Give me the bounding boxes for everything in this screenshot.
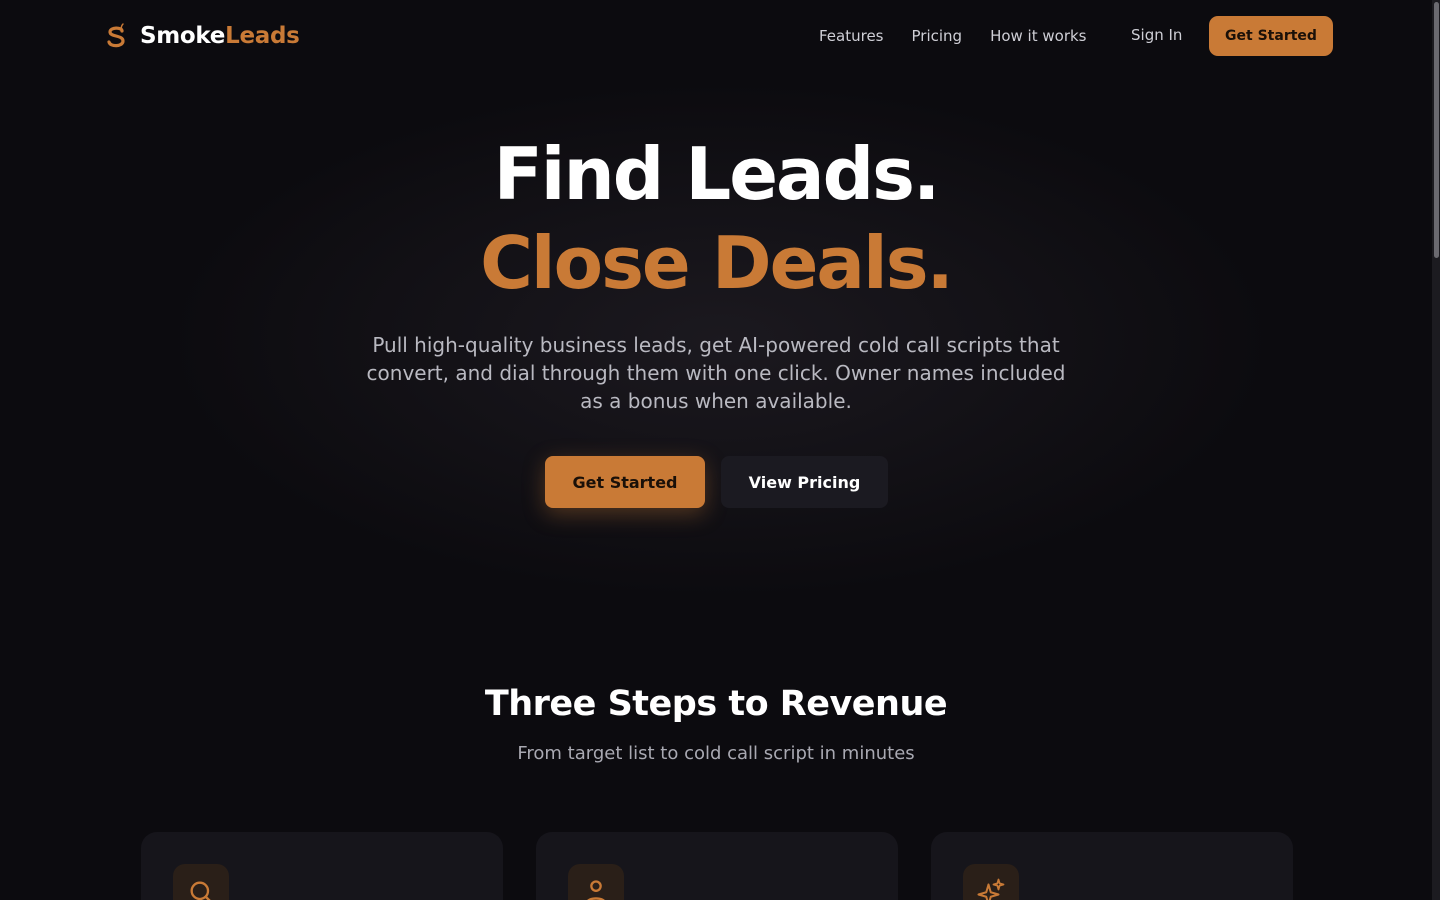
nav-get-started-button[interactable]: Get Started (1209, 16, 1333, 56)
user-icon (587, 880, 605, 900)
steps-section-subtitle: From target list to cold call script in … (517, 743, 915, 764)
brand-name-part2: Leads (225, 23, 300, 49)
smoke-s-logo-icon (107, 23, 125, 48)
brand-name: SmokeLeads (140, 23, 300, 49)
step-card-1 (141, 832, 503, 900)
scrollbar-thumb[interactable] (1434, 2, 1439, 258)
steps-section-title: Three Steps to Revenue (484, 684, 948, 724)
sign-in-link[interactable]: Sign In (1131, 26, 1182, 44)
top-nav: SmokeLeads Features Pricing How it works… (0, 0, 1432, 72)
step-card-icon-box (963, 864, 1019, 900)
hero-title-line1: Find Leads. (493, 132, 941, 216)
sparkles-icon (977, 878, 1005, 900)
step-card-icon-box (173, 864, 229, 900)
nav-link-pricing[interactable]: Pricing (912, 27, 963, 45)
view-pricing-button[interactable]: View Pricing (721, 456, 888, 508)
nav-link-how-it-works[interactable]: How it works (990, 27, 1086, 45)
brand-name-part1: Smoke (140, 23, 226, 49)
hero-subtitle: Pull high-quality business leads, get AI… (366, 333, 1066, 413)
nav-links: Features Pricing How it works (819, 27, 1115, 45)
vertical-scrollbar[interactable] (1432, 0, 1440, 900)
step-card-3 (931, 832, 1293, 900)
step-card-icon-box (568, 864, 624, 900)
hero-title-line2: Close Deals. (480, 221, 954, 305)
brand-logo[interactable]: SmokeLeads (106, 20, 300, 52)
nav-link-features[interactable]: Features (819, 27, 884, 45)
hero-get-started-button[interactable]: Get Started (545, 456, 705, 508)
step-card-2 (536, 832, 898, 900)
search-icon (190, 881, 211, 900)
